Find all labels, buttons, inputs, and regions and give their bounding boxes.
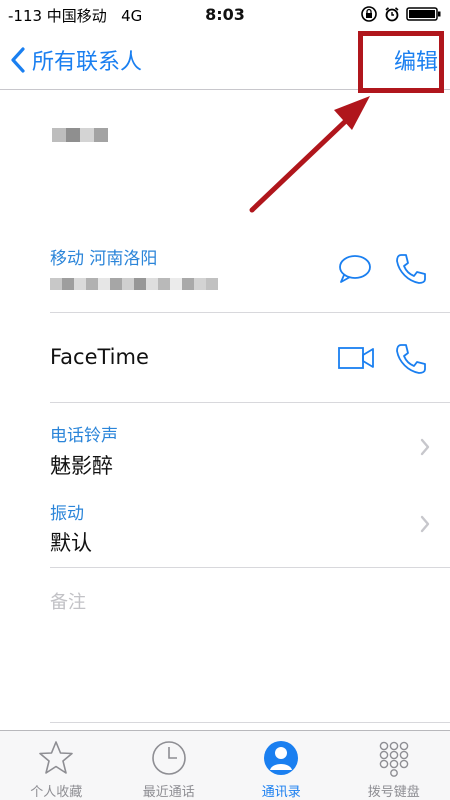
star-icon	[39, 741, 74, 774]
person-icon	[264, 741, 299, 775]
annotation-arrow	[249, 96, 370, 213]
chevron-right-icon	[420, 438, 430, 456]
back-button[interactable]: 所有联系人	[10, 44, 142, 76]
video-call-icon[interactable]	[338, 346, 374, 370]
phone-label: 移动 河南洛阳	[50, 249, 158, 269]
facetime-label: FaceTime	[50, 345, 149, 369]
clock-icon	[151, 741, 186, 775]
status-icons	[360, 5, 442, 23]
facetime-audio-icon[interactable]	[394, 342, 428, 376]
vibration-value: 默认	[50, 531, 92, 555]
back-button-label: 所有联系人	[32, 50, 143, 75]
keypad-icon	[379, 741, 409, 777]
chevron-left-icon	[11, 47, 25, 73]
separator	[50, 722, 450, 723]
tab-contacts[interactable]: 通讯录	[225, 731, 338, 800]
tab-keypad[interactable]: 拨号键盘	[338, 731, 450, 800]
ringtone-value: 魅影醉	[50, 454, 113, 478]
alarm-icon	[385, 7, 399, 22]
tab-label: 通讯录	[261, 785, 301, 800]
tab-label: 个人收藏	[30, 785, 83, 800]
tab-recents[interactable]: 最近通话	[113, 731, 226, 800]
tab-label: 拨号键盘	[367, 785, 420, 800]
message-icon[interactable]	[338, 254, 372, 284]
battery-icon	[406, 7, 441, 21]
status-bar: -113 中国移动 4G 8:03	[0, 0, 450, 30]
contact-name-redacted	[52, 128, 108, 142]
phone-call-icon[interactable]	[394, 252, 428, 286]
notes-field[interactable]: 备注	[50, 588, 86, 614]
tab-favorites[interactable]: 个人收藏	[0, 731, 113, 800]
annotation-highlight-box	[358, 31, 444, 93]
tab-label: 最近通话	[142, 785, 195, 800]
separator	[50, 567, 450, 568]
separator	[50, 402, 450, 403]
phone-number-redacted	[50, 278, 218, 290]
vibration-label: 振动	[50, 504, 84, 524]
tab-bar: 个人收藏 最近通话 通讯录 拨号键盘	[0, 730, 450, 800]
separator	[50, 312, 450, 313]
rotation-lock-icon	[361, 6, 377, 22]
chevron-right-icon	[420, 515, 430, 533]
ringtone-label: 电话铃声	[50, 426, 118, 446]
